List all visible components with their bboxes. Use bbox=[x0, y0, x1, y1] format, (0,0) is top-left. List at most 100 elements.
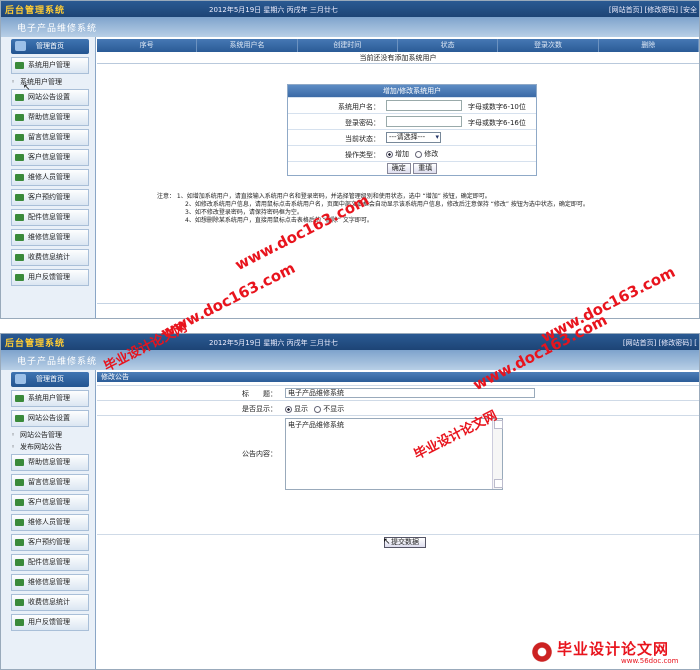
sidebar-item-label: 系统用户管理 bbox=[28, 394, 70, 402]
show-no-radio[interactable] bbox=[314, 405, 322, 413]
sidebar-item-label: 用户反馈管理 bbox=[28, 273, 70, 281]
content-text: 电子产品维修系统 bbox=[288, 421, 344, 429]
sidebar-item-fees[interactable]: 收费信息统计 bbox=[11, 249, 89, 266]
add-radio[interactable] bbox=[386, 150, 393, 158]
sidebar-item-users[interactable]: 系统用户管理 bbox=[11, 57, 89, 74]
main-content: 修改公告 标 题： 电子产品维修系统 是否显示： 显示 不显示 公告内容： 电子… bbox=[97, 370, 699, 669]
sidebar-item-label: 留言信息管理 bbox=[28, 478, 70, 486]
sidebar-item-appointments[interactable]: 客户预约管理 bbox=[11, 189, 89, 206]
sidebar-item-feedback[interactable]: 用户反馈管理 bbox=[11, 614, 89, 631]
menu-icon bbox=[15, 134, 24, 141]
sidebar-item-messages[interactable]: 留言信息管理 bbox=[11, 474, 89, 491]
status-select[interactable]: ---请选择--- bbox=[386, 132, 441, 143]
sidebar-item-label: 客户预约管理 bbox=[28, 538, 70, 546]
sidebar-home-button[interactable]: 管理首页 bbox=[11, 372, 89, 387]
sidebar-subitem-notice-publish[interactable]: 发布网站公告 bbox=[11, 442, 95, 453]
show-yes-radio[interactable] bbox=[285, 405, 292, 413]
edit-radio-label: 修改 bbox=[424, 150, 439, 158]
main-content: 序号 系统用户名 创建时间 状态 登录次数 删除 当前还没有添加系统用户 增加/… bbox=[97, 37, 699, 318]
sidebar-item-help[interactable]: 帮助信息管理 bbox=[11, 109, 89, 126]
textarea-scrollbar[interactable] bbox=[492, 419, 503, 489]
instructions: 注意： 1、如增加系统用户，请直接输入系统用户名和登录密码，并选择管理级别和使用… bbox=[157, 193, 589, 225]
menu-icon bbox=[15, 274, 24, 281]
user-form: 增加/修改系统用户 系统用户名： 字母或数字6-10位 登录密码： 字母或数字6… bbox=[287, 84, 537, 176]
operation-label: 操作类型： bbox=[345, 151, 380, 159]
sidebar-item-repairs[interactable]: 维修信息管理 bbox=[11, 574, 89, 591]
title-row: 标 题： 电子产品维修系统 bbox=[97, 385, 699, 399]
sidebar-item-repairs[interactable]: 维修信息管理 bbox=[11, 229, 89, 246]
menu-icon bbox=[15, 234, 24, 241]
note-line: 4、如想删除某系统用户，直接用鼠标点击表格后的 “删除” 文字即可。 bbox=[185, 217, 373, 224]
sidebar-home-button[interactable]: 管理首页 bbox=[11, 39, 89, 54]
menu-icon bbox=[15, 559, 24, 566]
sidebar-item-technicians[interactable]: 维修人员管理 bbox=[11, 514, 89, 531]
sidebar-item-parts[interactable]: 配件信息管理 bbox=[11, 554, 89, 571]
sidebar-item-users[interactable]: 系统用户管理 bbox=[11, 390, 89, 407]
sub-header: 电子产品维修系统 bbox=[1, 17, 699, 37]
notice-edit-screen: 后台管理系统 2012年5月19日 星期六 丙戌年 三月廿七 [网站首页] [修… bbox=[0, 333, 700, 670]
menu-icon bbox=[15, 194, 24, 201]
content-row: 公告内容： 电子产品维修系统 bbox=[97, 415, 699, 533]
password-hint: 字母或数字6-16位 bbox=[468, 119, 526, 127]
menu-icon bbox=[15, 174, 24, 181]
edit-radio[interactable] bbox=[415, 150, 423, 158]
sidebar-item-customers[interactable]: 客户信息管理 bbox=[11, 494, 89, 511]
col-index: 序号 bbox=[97, 39, 198, 52]
sidebar-item-label: 留言信息管理 bbox=[28, 133, 70, 141]
sidebar-item-customers[interactable]: 客户信息管理 bbox=[11, 149, 89, 166]
top-links[interactable]: [网站首页] [修改密码] [ bbox=[623, 338, 697, 348]
sidebar-item-parts[interactable]: 配件信息管理 bbox=[11, 209, 89, 226]
sidebar-item-label: 配件信息管理 bbox=[28, 558, 70, 566]
form-buttons: 确定 重填 bbox=[288, 161, 536, 175]
menu-icon bbox=[15, 479, 24, 486]
content-label: 公告内容： bbox=[242, 450, 277, 458]
table-empty-message: 当前还没有添加系统用户 bbox=[97, 52, 699, 64]
menu-icon bbox=[15, 254, 24, 261]
menu-icon bbox=[15, 459, 24, 466]
password-input[interactable] bbox=[386, 116, 462, 127]
top-bar: 后台管理系统 2012年5月19日 星期六 丙戌年 三月廿七 [网站首页] [修… bbox=[1, 1, 699, 17]
sidebar-subitem-notice-manage[interactable]: 网站公告管理 bbox=[11, 430, 95, 441]
sidebar-item-label: 帮助信息管理 bbox=[28, 458, 70, 466]
badge-logo-icon bbox=[531, 641, 553, 663]
menu-icon bbox=[15, 154, 24, 161]
sidebar-item-label: 收费信息统计 bbox=[28, 253, 70, 261]
show-row: 是否显示： 显示 不显示 bbox=[97, 400, 699, 414]
show-no-label: 不显示 bbox=[323, 405, 345, 413]
sidebar-item-label: 维修人员管理 bbox=[28, 518, 70, 526]
sidebar-home-label: 管理首页 bbox=[36, 42, 64, 50]
menu-icon bbox=[15, 519, 24, 526]
password-label: 登录密码： bbox=[345, 119, 380, 127]
top-links[interactable]: [网站首页] [修改密码] [安全 bbox=[609, 5, 697, 15]
title-input[interactable]: 电子产品维修系统 bbox=[285, 388, 535, 398]
reset-button[interactable]: 重填 bbox=[413, 163, 438, 174]
sidebar-item-feedback[interactable]: 用户反馈管理 bbox=[11, 269, 89, 286]
sidebar: 管理首页 系统用户管理 系统用户管理 网站公告设置 帮助信息管理 留言信息管理 … bbox=[1, 37, 96, 318]
sidebar-item-label: 客户预约管理 bbox=[28, 193, 70, 201]
sidebar-subitem-label: 发布网站公告 bbox=[20, 443, 62, 451]
sidebar-item-messages[interactable]: 留言信息管理 bbox=[11, 129, 89, 146]
sidebar-item-technicians[interactable]: 维修人员管理 bbox=[11, 169, 89, 186]
sidebar-item-label: 客户信息管理 bbox=[28, 498, 70, 506]
sidebar-item-notice[interactable]: 网站公告设置 bbox=[11, 410, 89, 427]
sidebar-item-label: 网站公告设置 bbox=[28, 93, 70, 101]
mouse-cursor-icon: ↖ bbox=[383, 537, 391, 547]
sidebar-item-appointments[interactable]: 客户预约管理 bbox=[11, 534, 89, 551]
username-input[interactable] bbox=[386, 100, 462, 111]
show-yes-label: 显示 bbox=[294, 405, 308, 413]
username-row: 系统用户名： 字母或数字6-10位 bbox=[288, 97, 536, 113]
menu-icon bbox=[15, 619, 24, 626]
sidebar-item-fees[interactable]: 收费信息统计 bbox=[11, 594, 89, 611]
confirm-button[interactable]: 确定 bbox=[386, 163, 411, 174]
note-line: 3、如不修改登录密码，请保持密码框为空。 bbox=[185, 209, 303, 216]
show-label: 是否显示： bbox=[242, 405, 277, 413]
system-subtitle: 电子产品维修系统 bbox=[17, 357, 98, 367]
col-created: 创建时间 bbox=[298, 39, 398, 52]
sidebar-item-label: 维修人员管理 bbox=[28, 173, 70, 181]
sidebar-item-help[interactable]: 帮助信息管理 bbox=[11, 454, 89, 471]
col-logins: 登录次数 bbox=[498, 39, 599, 52]
app-logo: 后台管理系统 bbox=[5, 6, 66, 16]
col-delete: 删除 bbox=[599, 39, 699, 52]
username-hint: 字母或数字6-10位 bbox=[468, 103, 526, 111]
date-display: 2012年5月19日 星期六 丙戌年 三月廿七 bbox=[209, 6, 338, 14]
